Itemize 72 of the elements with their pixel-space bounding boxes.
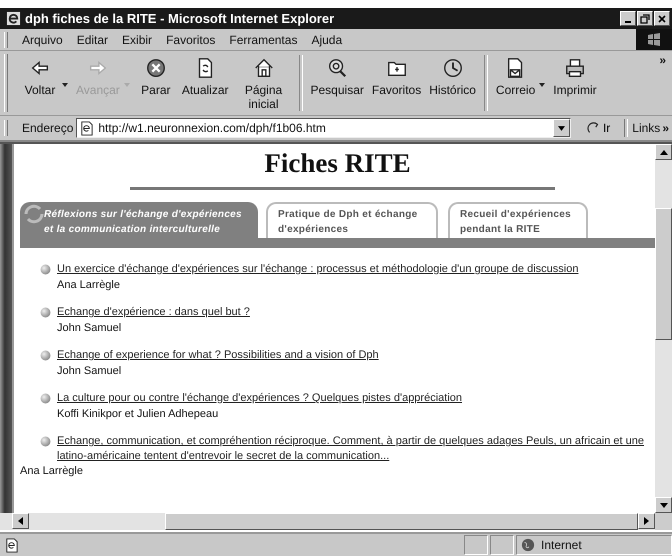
go-button[interactable]: Ir [586,121,610,135]
menu-item[interactable]: Ajuda [311,32,342,46]
toolbar-button[interactable]: Atualizar [178,53,232,101]
dropdown-arrow-icon[interactable] [62,83,68,87]
menu-item[interactable]: Editar [76,32,108,46]
restore-icon [640,14,650,24]
menu-item[interactable]: Arquivo [22,32,63,46]
toolbar-button[interactable]: Correio [492,53,540,101]
home-icon [252,57,274,79]
bullet-icon [40,393,51,404]
left-arrow-icon [18,517,23,525]
right-arrow-icon [644,517,649,525]
bullet-icon [40,264,51,275]
close-button[interactable] [654,11,670,26]
toolbar-button[interactable]: Página inicial [232,53,294,115]
bullet-icon [40,350,51,361]
author-name: Ana Larrègle [20,464,84,479]
article-link[interactable]: Echange d'expérience : dans quel but ? [57,305,250,320]
scrollbar-corner [655,513,672,530]
window-title: dph fiches de la RITE - Microsoft Internet Explorer [25,11,336,26]
toolbar-button[interactable]: Voltar [18,53,62,101]
go-arrow-icon [586,121,601,135]
browser-icon [6,11,21,26]
article-link[interactable]: Un exercice d'échange d'expériences sur l'échange : processus et méthodologie d'un groupe de discussion [57,262,578,277]
bullet-icon [40,436,51,447]
address-field[interactable]: http://w1.neuronnexion.com/dph/f1b06.htm [76,118,571,138]
clock-icon [442,57,464,79]
stop-icon [144,57,167,79]
article-link[interactable]: Echange of experience for what ? Possibilities and a vision of Dph [57,348,379,363]
links-button[interactable]: Links [632,121,660,135]
article-link[interactable]: La culture pour ou contre l'échange d'expériences ? Quelques pistes d'appréciation [57,391,462,406]
minimize-button[interactable] [620,11,636,26]
menu-item[interactable]: Ferramentas [229,32,298,46]
restore-button[interactable] [637,11,653,26]
author-name: John Samuel [56,321,122,336]
minimize-icon [625,20,631,22]
author-name: Koffi Kinikpor et Julien Adhepeau [56,407,220,422]
page-icon [79,120,94,136]
dropdown-arrow-icon[interactable] [539,83,546,87]
toolbar-button[interactable]: Histórico [425,53,480,101]
more-chevron[interactable]: » [662,121,669,135]
tab[interactable]: Recueil d'expériences pendant la RITE [448,202,588,238]
toolbar-button[interactable]: Pesquisar [306,53,368,101]
toolbar-button[interactable]: Imprimir [549,53,601,101]
bullet-icon [40,307,51,318]
status-panel [464,535,488,555]
zone-label: Internet [541,538,582,552]
globe-icon [521,538,535,552]
tab[interactable]: Réflexions sur l'échange d'expériences et la communication interculturelle [20,202,258,238]
up-arrow-icon [660,150,668,154]
dropdown-button[interactable] [552,119,570,137]
toolbar-button[interactable]: Favoritos [368,53,426,101]
author-name: John Samuel [56,364,122,379]
printer-icon [564,57,586,79]
down-arrow-icon [660,502,668,508]
horizontal-scrollbar[interactable] [0,513,672,530]
vertical-scrollbar[interactable] [655,144,672,513]
author-name: Ana Larrègle [56,278,121,293]
article-link[interactable]: Echange, communication, et compréhention réciproque. Comment, à partir de quelques adages Peuls, un africain et une latino-américaine tentent d'entrevoir le secret de la communication... [57,434,655,464]
page-heading: Fiches RITE [263,148,412,179]
more-chevron[interactable]: » [659,53,666,67]
status-panel [490,535,514,555]
address-label: Endereço [22,121,74,135]
search-icon [326,57,348,79]
menu-item[interactable]: Exibir [122,32,152,46]
caret-icon [558,126,565,130]
tab[interactable]: Pratique de Dph et échange d'expériences [266,202,438,238]
menu-item[interactable]: Favoritos [166,32,216,46]
circular-arrows-icon [22,202,46,226]
toolbar-button[interactable]: Parar [134,53,178,101]
page-icon [4,538,19,552]
close-icon [657,14,667,24]
